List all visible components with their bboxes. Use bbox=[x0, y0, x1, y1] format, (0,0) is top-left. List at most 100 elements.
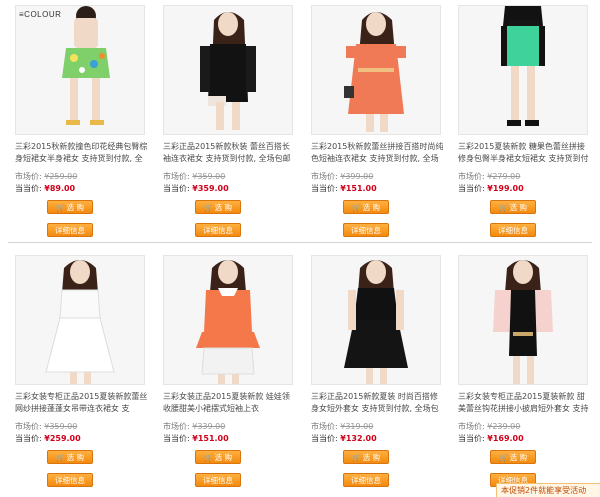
cart-icon: 🛒 bbox=[351, 454, 361, 462]
model-image bbox=[312, 256, 440, 384]
current-price: 当当价: ¥199.00 bbox=[458, 183, 524, 195]
details-button[interactable]: 详细信息 bbox=[343, 473, 389, 487]
market-price-label: 市场价: bbox=[311, 422, 338, 431]
details-button[interactable]: 详细信息 bbox=[195, 473, 241, 487]
market-price-value: ¥399.00 bbox=[340, 172, 374, 181]
row-divider bbox=[8, 242, 592, 243]
product-title[interactable]: 三彩女装专柜正品2015夏装新款蕾丝网纱拼接蓬蓬女吊带连衣裙女 支 bbox=[15, 391, 149, 415]
product-photo[interactable] bbox=[458, 255, 588, 385]
buy-button[interactable]: 🛒 选 购 bbox=[47, 200, 93, 214]
market-price-value: ¥339.00 bbox=[192, 422, 226, 431]
model-image bbox=[16, 6, 144, 134]
product-title[interactable]: 三彩正品2015新款秋装 蕾丝百搭长袖连衣裙女 支持货到付款, 全场包邮 bbox=[163, 141, 297, 165]
market-price-label: 市场价: bbox=[15, 172, 42, 181]
market-price: 市场价: ¥239.00 bbox=[458, 421, 520, 432]
market-price-value: ¥359.00 bbox=[44, 422, 78, 431]
market-price-label: 市场价: bbox=[163, 422, 190, 431]
current-price-label: 当当价: bbox=[163, 434, 190, 443]
current-price-label: 当当价: bbox=[311, 184, 338, 193]
buy-button[interactable]: 🛒 选 购 bbox=[490, 200, 536, 214]
product-photo[interactable] bbox=[15, 255, 145, 385]
cart-icon: 🛒 bbox=[498, 204, 508, 212]
model-image bbox=[16, 256, 144, 384]
market-price-label: 市场价: bbox=[15, 422, 42, 431]
product-title[interactable]: 三彩女装专柜正品2015夏装新款 甜美蕾丝钩花拼接小披肩短外套女 支持 bbox=[458, 391, 592, 415]
current-price: 当当价: ¥89.00 bbox=[15, 183, 75, 195]
current-price: 当当价: ¥259.00 bbox=[15, 433, 81, 445]
product-title[interactable]: 三彩女装正品2015夏装新款 娃娃领收腰甜美小裙摆式短袖上衣D132056C2 bbox=[163, 391, 297, 415]
market-price-value: ¥319.00 bbox=[340, 422, 374, 431]
market-price: 市场价: ¥359.00 bbox=[15, 421, 77, 432]
details-button[interactable]: 详细信息 bbox=[195, 223, 241, 237]
current-price-value: ¥359.00 bbox=[192, 184, 229, 193]
promo-banner[interactable]: 本促销2件就能享受活动 bbox=[496, 483, 600, 497]
buy-button[interactable]: 🛒 选 购 bbox=[490, 450, 536, 464]
product-photo[interactable] bbox=[311, 255, 441, 385]
buy-button-label: 选 购 bbox=[214, 453, 233, 462]
market-price: 市场价: ¥399.00 bbox=[311, 171, 373, 182]
current-price-value: ¥169.00 bbox=[487, 434, 524, 443]
product-photo[interactable]: ≡COLOUR bbox=[15, 5, 145, 135]
cart-icon: 🛒 bbox=[55, 454, 65, 462]
buy-button-label: 选 购 bbox=[66, 453, 85, 462]
buy-button-label: 选 购 bbox=[509, 203, 528, 212]
current-price-label: 当当价: bbox=[15, 434, 42, 443]
model-image bbox=[164, 256, 292, 384]
buy-button[interactable]: 🛒 选 购 bbox=[47, 450, 93, 464]
current-price-label: 当当价: bbox=[311, 434, 338, 443]
market-price: 市场价: ¥259.00 bbox=[15, 171, 77, 182]
brand-logo: ≡COLOUR bbox=[19, 10, 62, 19]
market-price-value: ¥359.00 bbox=[192, 172, 226, 181]
cart-icon: 🛒 bbox=[203, 204, 213, 212]
product-title[interactable]: 三彩2015秋新款撞色印花经典包臀棕身短裙女半身裙女 支持货到付款, 全 bbox=[15, 141, 149, 165]
current-price-label: 当当价: bbox=[458, 184, 485, 193]
market-price-label: 市场价: bbox=[311, 172, 338, 181]
product-photo[interactable] bbox=[311, 5, 441, 135]
current-price-label: 当当价: bbox=[458, 434, 485, 443]
market-price: 市场价: ¥359.00 bbox=[163, 171, 225, 182]
buy-button[interactable]: 🛒 选 购 bbox=[343, 450, 389, 464]
product-photo[interactable] bbox=[458, 5, 588, 135]
product-photo[interactable] bbox=[163, 255, 293, 385]
market-price: 市场价: ¥339.00 bbox=[163, 421, 225, 432]
current-price: 当当价: ¥359.00 bbox=[163, 183, 229, 195]
buy-button[interactable]: 🛒 选 购 bbox=[195, 200, 241, 214]
details-button[interactable]: 详细信息 bbox=[47, 223, 93, 237]
market-price-label: 市场价: bbox=[163, 172, 190, 181]
cart-icon: 🛒 bbox=[498, 454, 508, 462]
current-price-value: ¥151.00 bbox=[340, 184, 377, 193]
market-price-label: 市场价: bbox=[458, 422, 485, 431]
market-price-value: ¥239.00 bbox=[487, 422, 521, 431]
current-price-value: ¥151.00 bbox=[192, 434, 229, 443]
current-price: 当当价: ¥151.00 bbox=[311, 183, 377, 195]
current-price: 当当价: ¥132.00 bbox=[311, 433, 377, 445]
current-price-value: ¥199.00 bbox=[487, 184, 524, 193]
product-row: ≡COLOUR 三彩2015秋新款撞色印花经典包臀棕身短裙女半身裙女 支持货到付… bbox=[0, 5, 600, 241]
current-price-label: 当当价: bbox=[15, 184, 42, 193]
cart-icon: 🛒 bbox=[203, 454, 213, 462]
current-price: 当当价: ¥151.00 bbox=[163, 433, 229, 445]
market-price-value: ¥279.00 bbox=[487, 172, 521, 181]
buy-button[interactable]: 🛒 选 购 bbox=[195, 450, 241, 464]
current-price-value: ¥89.00 bbox=[44, 184, 76, 193]
buy-button-label: 选 购 bbox=[66, 203, 85, 212]
model-image bbox=[459, 256, 587, 384]
details-button[interactable]: 详细信息 bbox=[47, 473, 93, 487]
current-price-label: 当当价: bbox=[163, 184, 190, 193]
details-button[interactable]: 详细信息 bbox=[343, 223, 389, 237]
current-price-value: ¥132.00 bbox=[340, 434, 377, 443]
product-row: 三彩女装专柜正品2015夏装新款蕾丝网纱拼接蓬蓬女吊带连衣裙女 支 市场价: ¥… bbox=[0, 255, 600, 491]
product-title[interactable]: 三彩正品2015新款夏装 时尚百搭修身女短外套女 支持货到付款, 全场包 bbox=[311, 391, 445, 415]
product-title[interactable]: 三彩2015夏装新款 糖果色蕾丝拼接修身包臀半身裙女短裙女 支持货到付 bbox=[458, 141, 592, 165]
market-price-label: 市场价: bbox=[458, 172, 485, 181]
details-button[interactable]: 详细信息 bbox=[490, 223, 536, 237]
product-photo[interactable] bbox=[163, 5, 293, 135]
buy-button-label: 选 购 bbox=[362, 453, 381, 462]
buy-button[interactable]: 🛒 选 购 bbox=[343, 200, 389, 214]
model-image bbox=[459, 6, 587, 134]
product-title[interactable]: 三彩2015秋新款蕾丝拼接百搭时尚纯色短袖连衣裙女 支持货到付款, 全场 bbox=[311, 141, 445, 165]
market-price: 市场价: ¥319.00 bbox=[311, 421, 373, 432]
market-price-value: ¥259.00 bbox=[44, 172, 78, 181]
model-image bbox=[164, 6, 292, 134]
buy-button-label: 选 购 bbox=[214, 203, 233, 212]
